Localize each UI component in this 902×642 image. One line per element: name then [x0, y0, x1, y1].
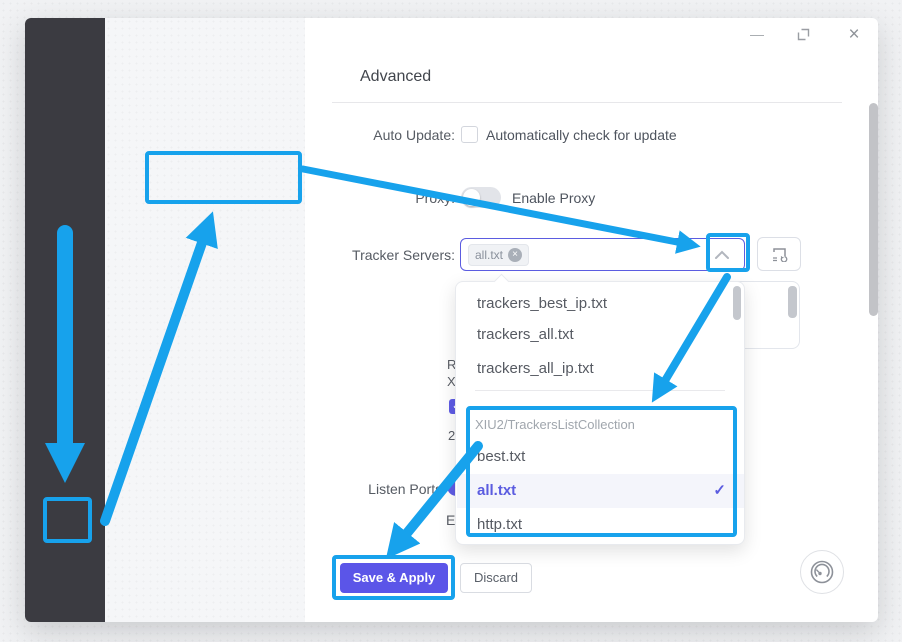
preferences-panel [105, 18, 305, 622]
auto-update-label: Auto Update: [373, 127, 455, 143]
hidden-text-fragment: E [446, 512, 455, 528]
annotation-box-save [332, 555, 455, 600]
proxy-text: Enable Proxy [512, 190, 595, 206]
speed-gauge-button[interactable] [800, 550, 844, 594]
page-scrollbar[interactable] [869, 103, 878, 316]
dropdown-scrollbar[interactable] [733, 286, 741, 320]
minimize-button[interactable]: — [744, 24, 770, 46]
discard-button[interactable]: Discard [460, 563, 532, 593]
dropdown-item[interactable]: trackers_all_ip.txt [457, 352, 744, 386]
dropdown-divider [475, 390, 725, 391]
tracker-servers-label: Tracker Servers: [352, 247, 455, 263]
tag-label: all.txt [475, 248, 503, 262]
tag-close-icon[interactable]: × [508, 248, 522, 262]
annotation-box-chevron [706, 233, 750, 272]
textarea-scrollbar[interactable] [788, 286, 797, 318]
dropdown-item[interactable]: trackers_all.txt [457, 318, 744, 352]
restore-button[interactable] [797, 28, 810, 46]
toggle-knob [463, 189, 480, 206]
annotation-box-tracker-group [466, 406, 737, 537]
proxy-label: Proxy: [415, 190, 455, 206]
sync-trackers-button[interactable] [757, 237, 801, 271]
auto-update-text: Automatically check for update [486, 127, 677, 143]
annotation-box-preferences-icon [43, 497, 92, 543]
listen-ports-label: Listen Ports: [368, 481, 446, 497]
selected-tracker-tag: all.txt × [468, 244, 529, 266]
proxy-toggle[interactable] [461, 187, 501, 208]
dropdown-item[interactable]: trackers_best_ip.txt [457, 287, 744, 321]
auto-update-checkbox[interactable] [461, 126, 478, 143]
heading-divider [332, 102, 842, 103]
page-title: Advanced [360, 68, 431, 86]
close-icon[interactable]: × [841, 22, 867, 48]
annotation-box-advanced [145, 151, 302, 204]
screenshot-canvas: m + ? Preferences Basic [0, 0, 902, 642]
